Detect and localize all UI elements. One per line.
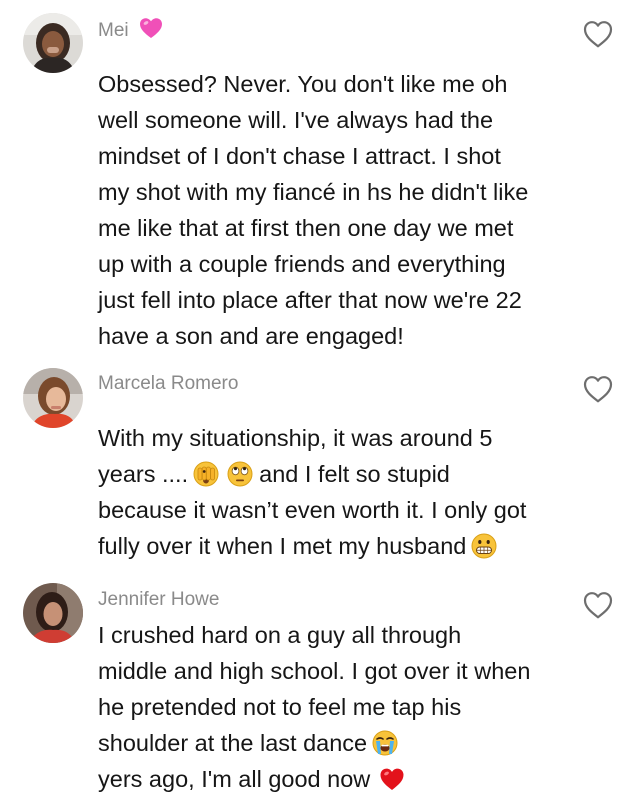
comment-line: my shot with my fiancé in hs he didn't l… [98,179,529,205]
comment-text: With my situationship, it was around 5 y… [98,420,618,564]
loudly-crying-face-emoji [372,730,398,756]
comment-line-text: yers ago, I'm all good now [98,766,371,792]
comment-line: years .... and I felt so stupid [98,456,618,492]
avatar[interactable] [23,13,83,73]
comment-text: Obsessed? Never. You don't like me oh we… [98,66,618,354]
comment-username[interactable]: Jennifer Howe [98,589,219,611]
comment-line: well someone will. I've always had the [98,107,494,133]
comment-line-text: shoulder at the last dance [98,730,368,756]
comment-username[interactable]: Marcela Romero [98,373,238,395]
comment-line: because it wasn’t even worth it. I only … [98,497,527,523]
like-button[interactable] [583,20,613,48]
comment-line: Obsessed? Never. You don't like me oh [98,71,508,97]
comment-line-text: and I felt so stupid [259,461,450,487]
comment-line: up with a couple friends and everything [98,251,506,277]
grimacing-face-emoji [471,533,497,559]
comment-line-text: fully over it when I met my husband [98,533,467,559]
face-with-peeking-eye-emoji [193,461,219,487]
comment-line: middle and high school. I got over it wh… [98,658,531,684]
like-button[interactable] [583,591,613,619]
heart-outline-icon[interactable] [583,591,613,619]
comment-line: just fell into place after that now we'r… [98,287,522,313]
like-button[interactable] [583,375,613,403]
avatar[interactable] [23,368,83,428]
comment-line: mindset of I don't chase I attract. I sh… [98,143,501,169]
comment-line-text: years .... [98,461,189,487]
comment-username[interactable]: Mei [98,17,163,45]
comment-line: With my situationship, it was around 5 [98,425,493,451]
red-heart-emoji [379,766,405,792]
avatar[interactable] [23,583,83,643]
heart-outline-icon[interactable] [583,20,613,48]
heart-outline-icon[interactable] [583,375,613,403]
comment-line: yers ago, I'm all good now [98,761,618,797]
comment-line: have a son and are engaged! [98,323,404,349]
username-text[interactable]: Mei [98,20,129,42]
username-text[interactable]: Jennifer Howe [98,589,219,611]
username-text[interactable]: Marcela Romero [98,373,238,395]
comment-line: I crushed hard on a guy all through [98,622,462,648]
comment-line: me like that at first then one day we me… [98,215,514,241]
pink-heart-emoji [139,17,163,45]
comment-line: fully over it when I met my husband [98,528,618,564]
comment-line: he pretended not to feel me tap his [98,694,462,720]
comment-line: shoulder at the last dance [98,725,618,761]
face-with-rolling-eyes-emoji [227,461,253,487]
comment-text: I crushed hard on a guy all through midd… [98,617,618,797]
